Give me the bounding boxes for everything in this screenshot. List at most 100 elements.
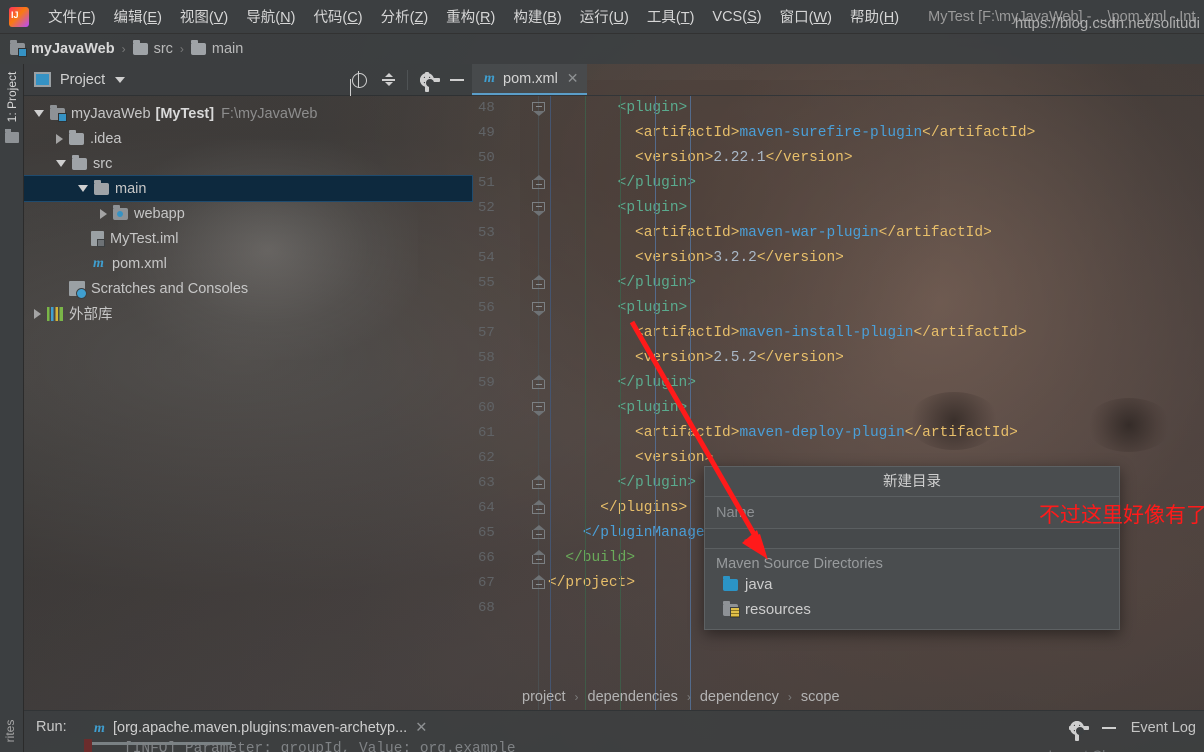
- project-window-icon: [34, 72, 51, 87]
- line-number: 48: [472, 96, 545, 121]
- new-directory-popup: 新建目录 Name Maven Source Directories java …: [704, 466, 1204, 630]
- breadcrumb-separator: ›: [787, 690, 792, 704]
- web-folder-icon: [113, 204, 128, 220]
- indent-guide: [550, 96, 551, 710]
- line-number: 54: [478, 250, 495, 266]
- breadcrumb-separator: ›: [121, 42, 126, 56]
- menu-item-vcs[interactable]: VCS(S): [703, 7, 770, 27]
- tree-item-label: src: [93, 155, 113, 172]
- console-output-line: [INFO] Parameter: groupId, Value: org.ex…: [124, 741, 516, 752]
- run-bar-right-controls: Event Log: [1061, 711, 1204, 745]
- line-number: 59: [472, 371, 545, 396]
- tree-item-main[interactable]: main: [23, 175, 473, 202]
- menu-item-help[interactable]: 帮助(H): [841, 4, 908, 29]
- twisty-closed-icon[interactable]: [34, 308, 41, 319]
- popup-title: 新建目录: [705, 467, 1119, 497]
- run-settings-button[interactable]: [1061, 711, 1093, 745]
- tree-item-src[interactable]: src: [24, 151, 472, 176]
- editor-breadcrumb-dependencies[interactable]: dependencies: [588, 689, 678, 705]
- run-tab-label: [org.apache.maven.plugins:maven-archetyp…: [113, 720, 408, 736]
- line-number: 53: [478, 225, 495, 241]
- code-line: </plugin>: [617, 175, 696, 191]
- tool-window-button-favorites[interactable]: rites: [3, 699, 17, 752]
- tree-item-idea[interactable]: .idea: [24, 126, 472, 151]
- tree-item-label: .idea: [90, 130, 122, 147]
- run-configuration-tab[interactable]: m [org.apache.maven.plugins:maven-archet…: [84, 715, 433, 741]
- line-number: 65: [472, 521, 545, 546]
- locate-button[interactable]: [343, 64, 373, 96]
- code-line: <artifactId>maven-war-plugin</artifactId…: [635, 225, 992, 241]
- menu-item-code[interactable]: 代码(C): [304, 4, 371, 29]
- menu-item-view[interactable]: 视图(V): [171, 4, 237, 29]
- menu-item-window[interactable]: 窗口(W): [771, 4, 841, 29]
- line-number: 60: [472, 396, 545, 421]
- breadcrumb-item-src[interactable]: src: [132, 40, 173, 57]
- menu-item-analyze[interactable]: 分析(Z): [372, 4, 438, 29]
- breadcrumb-item-myjavaweb[interactable]: myJavaWeb: [10, 40, 115, 57]
- event-log-button[interactable]: Event Log: [1131, 720, 1196, 736]
- locate-icon: [351, 71, 367, 88]
- menu-item-file[interactable]: 文件(F): [39, 4, 105, 29]
- twisty-closed-icon[interactable]: [100, 208, 107, 219]
- editor-breadcrumb-scope[interactable]: scope: [801, 689, 840, 705]
- tree-item-label: Scratches and Consoles: [91, 280, 249, 297]
- menu-item-tools[interactable]: 工具(T): [638, 4, 704, 29]
- breadcrumb-item-main[interactable]: main: [190, 40, 243, 57]
- breadcrumb-label: src: [153, 41, 173, 57]
- close-icon[interactable]: ✕: [415, 720, 427, 736]
- name-input-placeholder: Name: [716, 504, 755, 521]
- tree-item-label: main: [115, 180, 147, 197]
- hide-icon: [450, 78, 464, 81]
- tree-item-badge: [MyTest]: [155, 105, 215, 122]
- popup-item-java[interactable]: java: [705, 572, 1119, 597]
- tree-item-pom-xml[interactable]: m pom.xml: [24, 251, 472, 276]
- menu-item-refactor[interactable]: 重构(R): [437, 4, 504, 29]
- code-line: <version>2.5.2</version>: [635, 350, 844, 366]
- tool-window-button-project[interactable]: 1: Project: [5, 65, 19, 129]
- menu-item-navigate[interactable]: 导航(N): [237, 4, 304, 29]
- editor-gutter[interactable]: 48 49 50 51 52 53 54 55 56 57 58 59 60 61 62 63 64 65 66 67…: [472, 96, 545, 710]
- intellij-window: 文件(F) 编辑(E) 视图(V) 导航(N) 代码(C) 分析(Z) 重构(R…: [0, 0, 1204, 752]
- popup-item-resources[interactable]: resources: [705, 597, 1119, 622]
- twisty-closed-icon[interactable]: [56, 133, 63, 144]
- indent-guide: [620, 96, 621, 710]
- code-line: <artifactId>maven-install-plugin</artifa…: [635, 325, 1027, 341]
- tree-item-webapp[interactable]: webapp: [24, 201, 472, 226]
- code-line: <plugin>: [617, 300, 688, 316]
- scratches-icon: [69, 281, 87, 299]
- hide-run-panel-button[interactable]: [1093, 711, 1125, 745]
- hide-panel-button[interactable]: [442, 64, 472, 96]
- menu-item-run[interactable]: 运行(U): [571, 4, 638, 29]
- name-input[interactable]: [705, 529, 1119, 549]
- twisty-open-icon[interactable]: [34, 110, 44, 117]
- line-number: 67: [472, 571, 545, 596]
- tree-item-scratches-and-consoles[interactable]: Scratches and Consoles: [24, 276, 472, 301]
- twisty-open-icon[interactable]: [78, 185, 88, 192]
- editor-breadcrumb-project[interactable]: project: [522, 689, 566, 705]
- popup-section-label: Maven Source Directories: [716, 556, 883, 572]
- chevron-down-icon[interactable]: [115, 76, 126, 83]
- gear-icon: [1069, 720, 1090, 741]
- popup-item-label: java: [745, 576, 773, 593]
- line-number: 51: [472, 171, 545, 196]
- line-number: 62: [478, 450, 495, 466]
- module-folder-icon: [10, 40, 27, 57]
- menu-item-edit[interactable]: 编辑(E): [105, 4, 171, 29]
- import-changes-link[interactable]: Import Changes: [1048, 747, 1148, 752]
- tree-item-myjavaweb[interactable]: myJavaWeb [MyTest] F:\myJavaWeb: [24, 101, 472, 126]
- menu-item-build[interactable]: 构建(B): [504, 4, 570, 29]
- close-icon[interactable]: ✕: [567, 70, 579, 87]
- code-line: </plugin>: [617, 275, 696, 291]
- twisty-open-icon[interactable]: [56, 160, 66, 167]
- line-number: 68: [478, 600, 495, 616]
- editor-tab-pom-xml[interactable]: m pom.xml ✕: [472, 64, 587, 95]
- editor-breadcrumb-dependency[interactable]: dependency: [700, 689, 779, 705]
- indent-guide: [655, 96, 656, 710]
- run-label: Run:: [36, 719, 67, 735]
- editor-tab-bar: m pom.xml ✕: [472, 64, 1204, 96]
- tree-item-mytest-iml[interactable]: MyTest.iml: [24, 226, 472, 251]
- settings-button[interactable]: [412, 64, 442, 96]
- collapse-all-button[interactable]: [373, 64, 403, 96]
- tree-item-external-libraries[interactable]: 外部库: [24, 301, 472, 326]
- line-number: 63: [472, 471, 545, 496]
